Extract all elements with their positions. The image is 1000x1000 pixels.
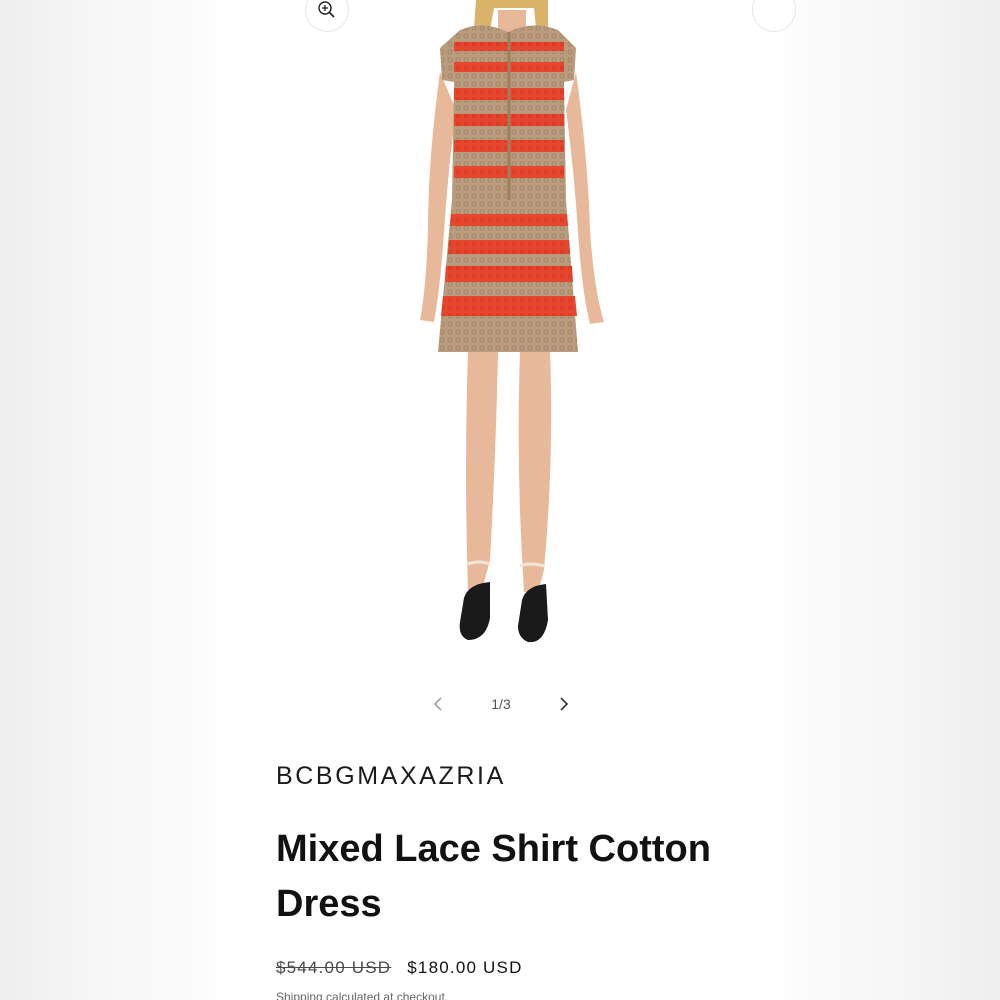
sale-price: $180.00 USD — [407, 958, 523, 977]
price-container: $544.00 USD $180.00 USD — [276, 958, 523, 978]
product-page: 1/3 BCBGMAXAZRIA Mixed Lace Shirt Cotton… — [218, 0, 796, 1000]
right-leg — [518, 352, 552, 592]
share-button[interactable] — [752, 0, 796, 32]
right-shoe — [518, 584, 548, 643]
compare-at-price: $544.00 USD — [276, 958, 392, 977]
chevron-right-icon — [560, 697, 569, 711]
zoom-in-icon — [318, 1, 335, 18]
left-leg — [466, 352, 498, 590]
left-shoe — [459, 582, 490, 640]
previous-slide-button[interactable] — [408, 688, 468, 720]
shipping-note: Shipping calculated at checkout. — [276, 990, 449, 1000]
product-title: Mixed Lace Shirt Cotton Dress — [276, 828, 711, 925]
chevron-left-icon — [433, 697, 442, 711]
product-gallery: 1/3 — [218, 0, 796, 712]
slider-navigation: 1/3 — [218, 688, 784, 720]
product-vendor: BCBGMAXAZRIA — [276, 762, 506, 790]
next-slide-button[interactable] — [534, 688, 594, 720]
slide-counter: 1/3 — [491, 696, 511, 712]
zoom-button[interactable] — [305, 0, 349, 32]
product-image[interactable] — [398, 0, 618, 660]
